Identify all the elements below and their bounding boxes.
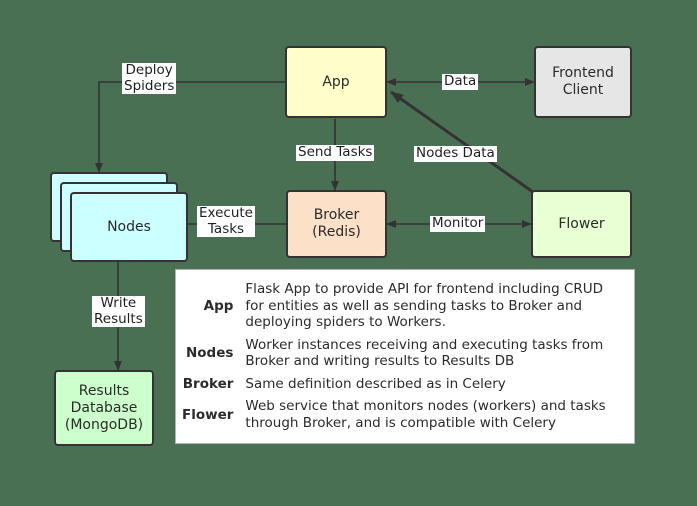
node-broker[interactable]: Broker (Redis): [286, 190, 387, 258]
node-flower[interactable]: Flower: [531, 190, 632, 258]
edge-nodes-data: [390, 90, 534, 194]
edge-label-write-results: Write Results: [92, 295, 145, 327]
results-database-label: Results Database (MongoDB): [64, 382, 144, 433]
nodes-label: Nodes: [107, 219, 151, 235]
node-app[interactable]: App: [285, 46, 387, 118]
diagram-canvas: Nodes App Frontend Client Broker (Redis)…: [0, 0, 697, 506]
broker-label: Broker (Redis): [312, 207, 361, 240]
legend-description: Worker instances receiving and executing…: [245, 336, 604, 370]
edge-label-deploy-spiders: Deploy Spiders: [122, 62, 177, 94]
legend-term: App: [203, 297, 234, 314]
node-frontend-client[interactable]: Frontend Client: [534, 46, 632, 118]
edge-label-send-tasks: Send Tasks: [296, 144, 375, 161]
frontend-client-label: Frontend Client: [552, 65, 614, 98]
legend-row: Flower Web service that monitors nodes (…: [182, 395, 624, 434]
legend-row: Broker Same definition described as in C…: [182, 373, 624, 396]
legend-term: Flower: [182, 406, 234, 423]
legend-table: App Flask App to provide API for fronten…: [182, 278, 624, 434]
legend-description: Web service that monitors nodes (workers…: [245, 398, 606, 431]
edge-label-execute-tasks: Execute Tasks: [197, 205, 255, 237]
legend-term: Broker: [182, 375, 234, 392]
flower-label: Flower: [558, 215, 605, 232]
nodes-stack[interactable]: Nodes: [50, 172, 188, 262]
legend-row: Nodes Worker instances receiving and exe…: [182, 334, 624, 373]
node-results-database[interactable]: Results Database (MongoDB): [54, 370, 154, 446]
edge-label-data: Data: [442, 73, 479, 90]
legend-description: Same definition described as in Celery: [245, 375, 506, 392]
edge-deploy-spiders: [95, 81, 285, 173]
nodes-card-front: Nodes: [70, 192, 188, 262]
edge-label-nodes-data: Nodes Data: [414, 145, 497, 162]
legend-panel: App Flask App to provide API for fronten…: [175, 269, 635, 444]
edge-label-monitor: Monitor: [430, 215, 486, 232]
legend-row: App Flask App to provide API for fronten…: [182, 278, 624, 334]
legend-term: Nodes: [185, 345, 234, 361]
app-label: App: [322, 73, 350, 90]
legend-description: Flask App to provide API for frontend in…: [245, 281, 604, 330]
